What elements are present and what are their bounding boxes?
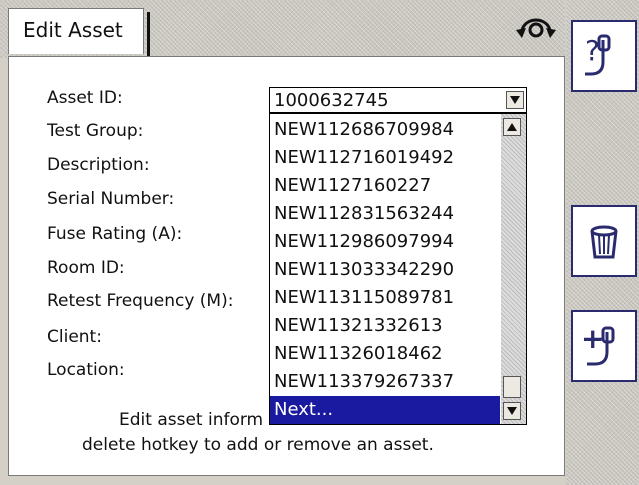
label-asset-id: Asset ID: <box>47 88 123 108</box>
scroll-down-button[interactable] <box>503 402 521 420</box>
help-text-line2: delete hotkey to add or remove an asset. <box>82 435 434 455</box>
list-item[interactable]: NEW1127160227 <box>270 172 500 200</box>
chevron-down-icon <box>507 407 517 415</box>
svg-text:+: + <box>581 322 604 355</box>
list-item[interactable]: NEW112831563244 <box>270 200 500 228</box>
help-icon: ? <box>585 34 611 76</box>
scrollbar-track[interactable] <box>501 114 526 424</box>
help-button[interactable]: ? <box>571 20 637 92</box>
sync-icon <box>516 18 556 38</box>
list-item[interactable]: NEW112716019492 <box>270 144 500 172</box>
asset-id-value: 1000632745 <box>274 90 389 111</box>
scroll-up-button[interactable] <box>503 118 521 136</box>
dropdown-toggle-button[interactable] <box>506 91 524 109</box>
list-item[interactable]: NEW11321332613 <box>270 312 500 340</box>
help-text-line1: Edit asset inform <box>119 410 264 430</box>
list-item[interactable]: NEW11326018462 <box>270 340 500 368</box>
add-asset-icon: + <box>581 322 615 366</box>
chevron-up-icon <box>507 123 517 131</box>
label-retest-frequency: Retest Frequency (M): <box>47 291 234 311</box>
list-item[interactable]: NEW112986097994 <box>270 228 500 256</box>
asset-id-select[interactable]: 1000632745 <box>269 87 527 113</box>
label-test-group: Test Group: <box>47 121 144 141</box>
label-fuse-rating: Fuse Rating (A): <box>47 224 183 244</box>
tab-label: Edit Asset <box>23 18 123 42</box>
label-serial-number: Serial Number: <box>47 189 175 209</box>
list-item[interactable]: NEW113115089781 <box>270 284 500 312</box>
label-client: Client: <box>47 327 102 347</box>
label-location: Location: <box>47 360 125 380</box>
chevron-down-icon <box>510 96 520 104</box>
list-item-next[interactable]: Next... <box>270 396 500 424</box>
label-description: Description: <box>47 155 150 175</box>
list-item[interactable]: NEW112686709984 <box>270 116 500 144</box>
list-item[interactable]: NEW113379267337 <box>270 368 500 396</box>
tab-edit-asset[interactable]: Edit Asset <box>8 8 144 54</box>
asset-id-dropdown-list[interactable]: NEW112686709984 NEW112716019492 NEW11271… <box>269 113 527 425</box>
delete-bin-icon <box>590 225 618 259</box>
label-room-id: Room ID: <box>47 258 125 278</box>
delete-button[interactable] <box>571 205 637 277</box>
tab-divider <box>147 12 150 56</box>
scrollbar-thumb[interactable] <box>503 376 521 398</box>
list-item[interactable]: NEW113033342290 <box>270 256 500 284</box>
add-asset-button[interactable]: + <box>571 310 637 382</box>
